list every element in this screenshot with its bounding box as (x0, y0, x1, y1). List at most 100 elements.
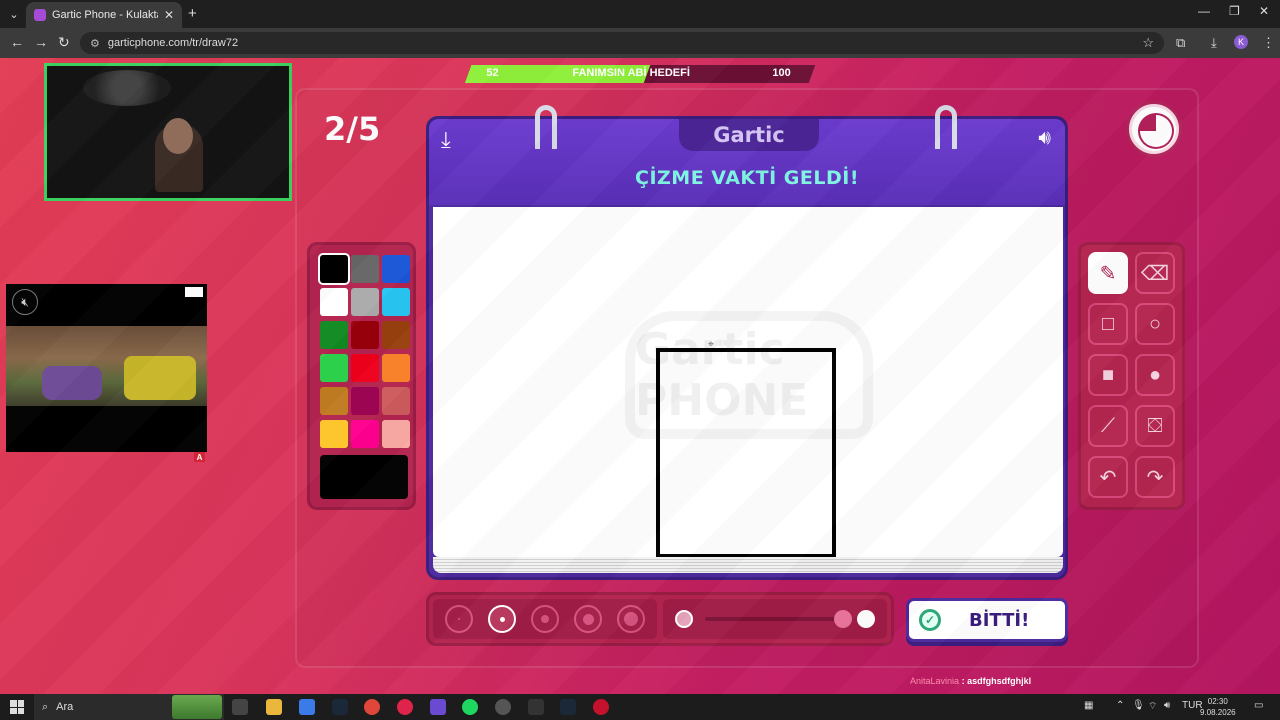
chat-separator: : (961, 676, 965, 686)
discord-icon[interactable] (430, 699, 446, 715)
tab-search-menu-icon[interactable]: ⌄ (4, 4, 24, 24)
tray-expand-icon[interactable]: ⌃ (1116, 700, 1124, 711)
recording-app-icon[interactable] (593, 699, 609, 715)
line-icon[interactable]: ⟋ (1088, 405, 1128, 447)
steam-icon[interactable] (332, 699, 348, 715)
ellipse-fill-icon[interactable]: ● (1135, 354, 1175, 396)
eraser-icon[interactable]: ⌫ (1135, 252, 1175, 294)
download-drawing-icon[interactable]: ⤓ (441, 127, 451, 153)
bookmark-star-icon[interactable]: ☆ (1142, 35, 1154, 51)
drawing-canvas[interactable]: Gartic PHONE ⌖ (433, 207, 1063, 557)
media-player-icon[interactable] (397, 699, 413, 715)
clock-date: 9.08.2026 (1200, 708, 1236, 717)
color-swatch[interactable] (320, 255, 348, 283)
round-counter: 2/5 (324, 110, 381, 148)
file-explorer-icon[interactable] (266, 699, 282, 715)
chat-user: AnitaLavinia (910, 676, 960, 686)
color-swatch[interactable] (382, 321, 410, 349)
pencil-icon[interactable]: ✎ (1088, 252, 1128, 294)
gartic-favicon-icon (34, 9, 46, 21)
chrome-icon[interactable] (364, 699, 380, 715)
address-bar[interactable]: ⚙ garticphone.com/tr/draw72 ☆ (80, 32, 1164, 54)
brush-size-option[interactable] (488, 605, 516, 633)
forward-icon[interactable]: → (34, 34, 48, 50)
microphone-icon[interactable]: 🎙︎ (1132, 700, 1145, 711)
brush-size-option[interactable] (445, 605, 473, 633)
color-swatch[interactable] (320, 288, 348, 316)
redo-icon[interactable]: ↷ (1135, 456, 1175, 498)
color-swatch[interactable] (351, 288, 379, 316)
search-highlight-image (172, 695, 222, 719)
close-window-icon[interactable]: ✕ (1259, 4, 1269, 18)
brush-size-option[interactable] (617, 605, 645, 633)
url-text: garticphone.com/tr/draw72 (107, 37, 239, 49)
brush-size-option[interactable] (574, 605, 602, 633)
done-button[interactable]: ✓ BİTTİ! (906, 598, 1068, 642)
brush-size-dot-icon (458, 618, 460, 620)
site-info-icon[interactable]: ⚙ (90, 37, 100, 50)
color-swatch[interactable] (351, 354, 379, 382)
epic-games-icon[interactable] (528, 699, 544, 715)
notifications-icon[interactable]: ▭ (1254, 700, 1263, 711)
color-swatch[interactable] (382, 288, 410, 316)
opacity-track[interactable] (705, 617, 843, 621)
network-icon[interactable]: ⌔ (1148, 700, 1157, 713)
color-swatch[interactable] (320, 387, 348, 415)
task-view-icon[interactable] (232, 699, 248, 715)
tray-app-icon[interactable]: ▦ (1084, 700, 1093, 711)
board-title: Gartic (679, 119, 819, 151)
color-swatch[interactable] (320, 354, 348, 382)
opacity-handle[interactable] (834, 610, 852, 628)
back-icon[interactable]: ← (10, 34, 24, 50)
minimize-icon[interactable]: — (1198, 4, 1210, 18)
opacity-slider[interactable] (663, 599, 887, 639)
reload-icon[interactable]: ↻ (58, 34, 70, 51)
color-swatch[interactable] (382, 255, 410, 283)
clock[interactable]: 02:30 9.08.2026 (1200, 696, 1236, 718)
new-tab-icon[interactable]: + (188, 5, 197, 22)
profile-avatar[interactable]: K (1234, 35, 1248, 49)
download-icon[interactable]: ⤓ (1211, 35, 1217, 51)
bucket-icon[interactable]: ⛋ (1135, 405, 1175, 447)
ad-info-icon[interactable] (185, 287, 203, 297)
video-ad[interactable]: 🔇︎ A (6, 284, 207, 462)
extensions-icon[interactable]: ⧉ (1176, 35, 1185, 51)
goal-label: FANIMSIN ABİ HEDEFİ (572, 67, 690, 79)
goal-current: 52 (486, 67, 499, 79)
color-swatch[interactable] (382, 387, 410, 415)
undo-icon[interactable]: ↶ (1088, 456, 1128, 498)
volume-icon[interactable]: 🔊︎ (1164, 700, 1170, 711)
color-swatch[interactable] (382, 420, 410, 448)
color-swatch[interactable] (351, 387, 379, 415)
steam-window-icon[interactable] (560, 699, 576, 715)
color-swatch[interactable] (320, 321, 348, 349)
windows-start-icon[interactable] (10, 700, 24, 714)
ellipse-outline-icon[interactable]: ○ (1135, 303, 1175, 345)
mute-icon[interactable]: 🔇︎ (12, 289, 38, 315)
color-swatch[interactable] (351, 420, 379, 448)
rectangle-fill-icon[interactable]: ■ (1088, 354, 1128, 396)
spotify-icon[interactable] (462, 699, 478, 715)
notebook-pages (433, 557, 1063, 573)
taskbar-search[interactable]: ⌕ Ara (34, 694, 224, 720)
obs-icon[interactable] (495, 699, 511, 715)
close-tab-icon[interactable]: ✕ (164, 8, 174, 22)
brush-size-dot-icon (499, 616, 505, 622)
color-swatch[interactable] (351, 255, 379, 283)
browser-menu-icon[interactable]: ⋮ (1262, 35, 1275, 51)
tool-panel: ✎ ⌫ □ ○ ■ ● ⟋ ⛋ ↶ ↷ (1078, 242, 1185, 510)
sound-icon[interactable]: 🔊︎ (1038, 127, 1051, 150)
game-page: 52 FANIMSIN ABİ HEDEFİ 100 2/5 Gartic ⤓ … (0, 58, 1280, 694)
binder-ring-right (935, 105, 957, 149)
rectangle-outline-icon[interactable]: □ (1088, 303, 1128, 345)
ad-scene (6, 326, 207, 406)
color-swatch[interactable] (382, 354, 410, 382)
color-swatch[interactable] (320, 420, 348, 448)
brush-size-option[interactable] (531, 605, 559, 633)
restore-icon[interactable]: ❐ (1229, 4, 1240, 18)
streamer-body (155, 124, 203, 192)
store-icon[interactable] (299, 699, 315, 715)
browser-tab[interactable]: Gartic Phone - Kulaktan Kulağa ✕ (26, 2, 182, 28)
webcam-overlay (44, 63, 292, 201)
color-swatch[interactable] (351, 321, 379, 349)
